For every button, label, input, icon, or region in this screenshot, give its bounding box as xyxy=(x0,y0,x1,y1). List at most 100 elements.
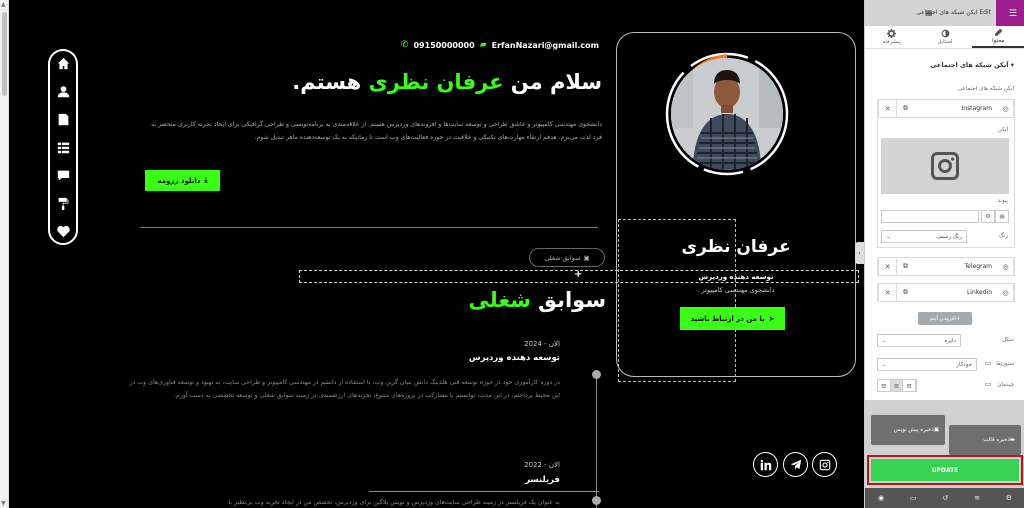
desktop-icon[interactable]: ▭ xyxy=(985,359,992,367)
paint-roller-icon[interactable] xyxy=(56,196,70,210)
desktop-icon[interactable]: ▭ xyxy=(985,380,992,388)
avatar-frame xyxy=(665,52,789,176)
shape-label: شکل xyxy=(1002,337,1014,343)
section-toggle[interactable]: ▾ آیکن شبکه های اجتماعی xyxy=(930,61,1014,69)
list-icon[interactable] xyxy=(56,140,70,154)
repeater-label: آیکن شبکه های اجتماعی xyxy=(958,86,1014,92)
settings-icon[interactable]: ⚙ xyxy=(1006,494,1012,502)
tab-content[interactable]: محتوا xyxy=(971,26,1024,48)
download-resume-button[interactable]: ⤓ دانلود رزومه xyxy=(145,170,220,191)
alignment-label: چیدمان xyxy=(997,382,1014,388)
email-address: ErfanNazari@gmail.com xyxy=(491,40,599,50)
truck-icon: ▰ xyxy=(479,40,487,50)
hero-title: سلام من عرفان نظری هستم. xyxy=(292,70,602,94)
save-draft-button[interactable]: ▣ ذخیره پیش نویس xyxy=(871,415,945,445)
dynamic-tags-icon[interactable]: ▤ xyxy=(995,210,1009,223)
align-left-icon[interactable]: ≡ xyxy=(878,380,891,391)
link-input[interactable] xyxy=(881,210,979,223)
gear-icon xyxy=(887,29,897,38)
section-title: سوابق شغلی xyxy=(468,288,606,312)
divider xyxy=(140,227,598,228)
download-icon: ⤓ xyxy=(204,176,208,184)
drag-handle-icon[interactable]: ◎ xyxy=(998,258,1014,275)
instagram-icon xyxy=(931,152,959,180)
scroll-up-icon[interactable]: ▲ xyxy=(1,1,6,8)
resume-icon[interactable] xyxy=(56,112,70,126)
alignment-control: ≡ ≡ ≡ xyxy=(877,379,917,392)
duplicate-icon[interactable]: ⧉ xyxy=(896,284,914,301)
profile-role: توسعه دهنده وردپرس xyxy=(698,273,774,281)
panel-toggle[interactable]: ‹ xyxy=(855,242,864,264)
contrast-icon xyxy=(941,29,949,38)
section-pill: ▣ سوابق شغلی xyxy=(529,248,605,267)
side-navigation xyxy=(48,49,78,245)
profile-subtitle: دانشجوی مهندسی کامپیوتر . xyxy=(697,286,775,294)
columns-select[interactable]: خودکار ⌄ xyxy=(877,358,977,371)
phone-icon: ✆ xyxy=(400,40,409,50)
repeater-item[interactable]: ◎ Instagram ⧉ ✕ xyxy=(877,99,1015,118)
save-template-button[interactable]: ▬ ذخیره قالب xyxy=(949,425,1021,455)
page-scrollbar[interactable]: ▲ ▼ xyxy=(0,0,9,508)
update-highlight: UPDATE xyxy=(867,455,1023,485)
link-label: پیوند xyxy=(997,198,1008,204)
hero-description: دانشجوی مهندسی کامپیوتر و عاشق طراحی و ت… xyxy=(151,121,602,141)
preview-canvas: ✆ 09150000000 ▰ ErfanNazari@gmail.com سل… xyxy=(9,0,864,508)
panel-footer-toolbar: ⚙ ≋ ↺ ▭ ◉ xyxy=(865,488,1024,508)
tab-advanced[interactable]: پیشرفته xyxy=(865,26,918,48)
editor-panel: Edit ایکن شبکه های اجتماعی ▦ ☰ محتوا است… xyxy=(864,0,1024,508)
icon-label: آیکن xyxy=(997,127,1008,133)
menu-icon[interactable]: ☰ xyxy=(1009,9,1017,19)
repeater-item[interactable]: ◎ Linkedin ⧉ ✕ xyxy=(877,283,1015,302)
panel-header: Edit ایکن شبکه های اجتماعی ▦ ☰ xyxy=(865,0,1024,26)
phone-number: 09150000000 xyxy=(413,40,475,50)
drag-handle-icon[interactable]: ◎ xyxy=(998,284,1014,301)
repeater-item[interactable]: ◎ Telegram ⧉ ✕ xyxy=(877,257,1015,276)
responsive-icon[interactable]: ▭ xyxy=(910,494,917,502)
grid-icon[interactable]: ▦ xyxy=(925,8,933,17)
job-description: در دوره کارآموزی خود در حوزه توسعه فنی ه… xyxy=(129,379,560,399)
scroll-down-icon[interactable]: ▼ xyxy=(1,500,6,507)
timeline-line xyxy=(596,373,597,508)
telegram-icon[interactable] xyxy=(783,452,808,477)
timeline-dot xyxy=(592,370,601,379)
profile-name: عرفان نظری xyxy=(681,237,791,257)
align-center-icon[interactable]: ≡ xyxy=(890,380,904,391)
remove-icon[interactable]: ✕ xyxy=(878,100,896,117)
preview-icon[interactable]: ◉ xyxy=(878,494,884,502)
add-section-icon[interactable]: + xyxy=(574,269,582,280)
layers-icon[interactable]: ≋ xyxy=(974,494,980,502)
linkedin-icon[interactable] xyxy=(753,452,778,477)
remove-icon[interactable]: ✕ xyxy=(878,284,896,301)
update-button[interactable]: UPDATE xyxy=(871,459,1019,481)
history-icon[interactable]: ↺ xyxy=(942,494,948,502)
drag-handle-icon[interactable]: ◎ xyxy=(998,100,1014,117)
briefcase-icon: ▣ xyxy=(583,253,590,262)
tab-style[interactable]: استایل xyxy=(918,26,971,48)
contact-info: ✆ 09150000000 ▰ ErfanNazari@gmail.com xyxy=(401,40,599,50)
user-icon[interactable] xyxy=(56,84,70,98)
columns-label: ستون‌ها xyxy=(996,361,1014,367)
comment-icon[interactable] xyxy=(56,168,70,182)
link-settings-icon[interactable]: ⚙ xyxy=(981,210,995,223)
contact-me-button[interactable]: ➤ با من در ارتباط باشید xyxy=(680,307,785,330)
instagram-icon[interactable] xyxy=(812,452,837,477)
pencil-icon xyxy=(994,28,1003,36)
scroll-thumb[interactable] xyxy=(2,12,7,96)
duplicate-icon[interactable]: ⧉ xyxy=(896,258,914,275)
panel-tabs: محتوا استایل پیشرفته xyxy=(865,26,1024,49)
shape-select[interactable]: دایره ⌄ xyxy=(877,334,961,347)
job-title: فریلنسر xyxy=(525,475,560,485)
duplicate-icon[interactable]: ⧉ xyxy=(896,100,914,117)
heartbeat-icon[interactable] xyxy=(56,224,70,238)
align-right-icon[interactable]: ≡ xyxy=(903,380,917,391)
icon-preview[interactable] xyxy=(881,138,1009,194)
color-select[interactable]: رنگ رسمی ⌄ xyxy=(881,230,967,243)
avatar xyxy=(671,58,783,170)
job-date: الان - 2022 xyxy=(524,461,560,469)
home-icon[interactable] xyxy=(56,56,70,70)
timeline-dot xyxy=(592,496,601,505)
job-date: الان - 2024 xyxy=(524,340,560,348)
send-icon: ➤ xyxy=(768,314,775,323)
add-item-button[interactable]: + افزودن آیتم xyxy=(918,312,972,325)
remove-icon[interactable]: ✕ xyxy=(878,258,896,275)
